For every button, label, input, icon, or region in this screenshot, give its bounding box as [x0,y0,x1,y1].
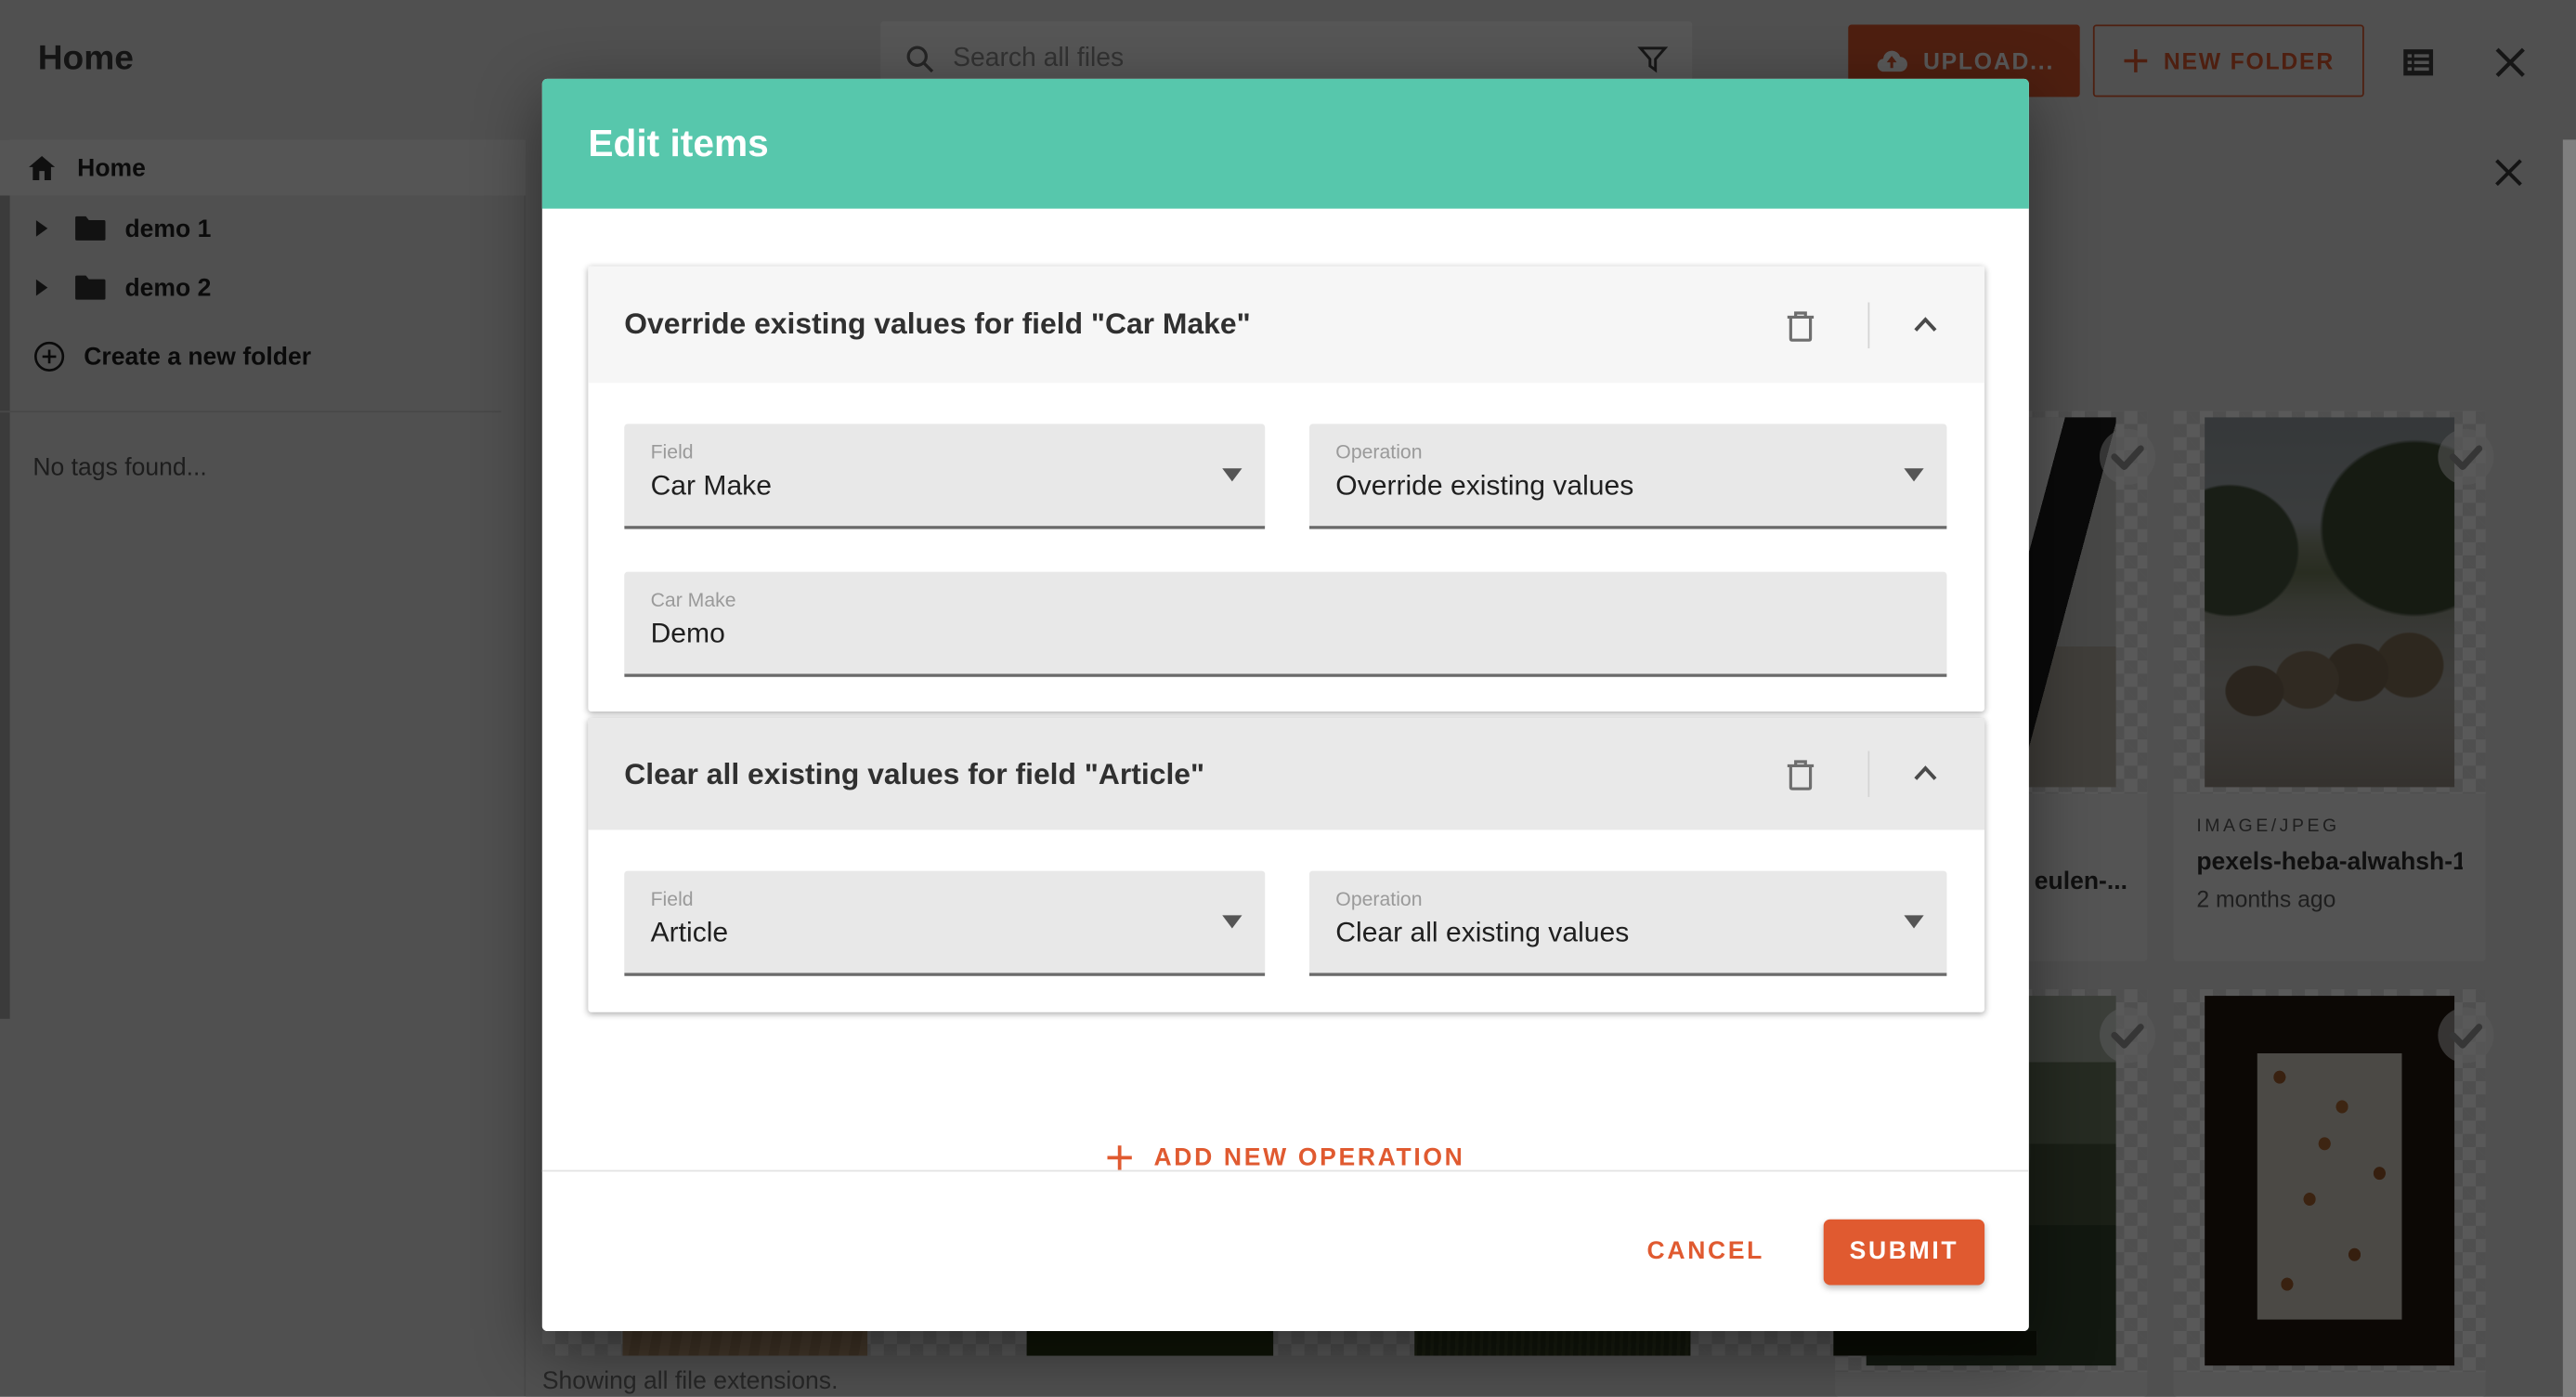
operation-select-value: Clear all existing values [1335,917,1920,949]
add-new-operation-label: ADD NEW OPERATION [1153,1143,1464,1171]
cancel-button[interactable]: CANCEL [1647,1237,1764,1265]
dialog-header: Edit items [542,79,2029,209]
plus-icon [1106,1143,1134,1171]
field-select[interactable]: Field Car Make [624,424,1265,529]
field-select[interactable]: Field Article [624,871,1265,976]
delete-operation-icon[interactable] [1781,305,1820,344]
operation-card-header: Clear all existing values for field "Art… [588,718,1984,829]
dropdown-arrow-icon [1904,468,1923,481]
add-new-operation-button[interactable]: ADD NEW OPERATION [542,1143,2029,1171]
field-select-label: Field [651,440,1239,463]
field-select-value: Car Make [651,470,1239,503]
page-scrollbar[interactable] [2563,139,2576,1396]
car-make-input[interactable] [651,618,1921,650]
delete-operation-icon[interactable] [1781,754,1820,793]
operation-card-body: Field Car Make Operation Override existi… [588,383,1984,712]
screen: Home UPLOAD... NEW FOLDER Home [0,0,2576,1397]
submit-button[interactable]: SUBMIT [1824,1219,1984,1285]
collapse-chevron-up-icon[interactable] [1906,754,1945,793]
operation-card-body: Field Article Operation Clear all existi… [588,829,1984,1012]
operation-card-header: Override existing values for field "Car … [588,267,1984,384]
operation-card-title: Override existing values for field "Car … [624,307,1780,342]
header-divider [1868,751,1870,797]
dialog-footer: CANCEL SUBMIT [542,1171,2029,1331]
dropdown-arrow-icon [1222,915,1242,928]
operation-select-label: Operation [1335,440,1920,463]
collapse-chevron-up-icon[interactable] [1906,305,1945,344]
field-select-label: Field [651,887,1239,910]
operation-card-title: Clear all existing values for field "Art… [624,757,1780,791]
operation-select[interactable]: Operation Clear all existing values [1309,871,1946,976]
car-make-field-label: Car Make [651,588,1921,611]
operation-card-override: Override existing values for field "Car … [588,267,1984,712]
car-make-field[interactable]: Car Make [624,572,1946,677]
operation-select-label: Operation [1335,887,1920,910]
dialog-title: Edit items [588,122,768,166]
edit-items-dialog: Edit items Override existing values for … [542,79,2029,1331]
operation-select[interactable]: Operation Override existing values [1309,424,1946,529]
header-divider [1868,302,1870,348]
field-select-value: Article [651,917,1239,949]
dropdown-arrow-icon [1904,915,1923,928]
dropdown-arrow-icon [1222,468,1242,481]
operation-card-clear: Clear all existing values for field "Art… [588,718,1984,1012]
operation-select-value: Override existing values [1335,470,1920,503]
